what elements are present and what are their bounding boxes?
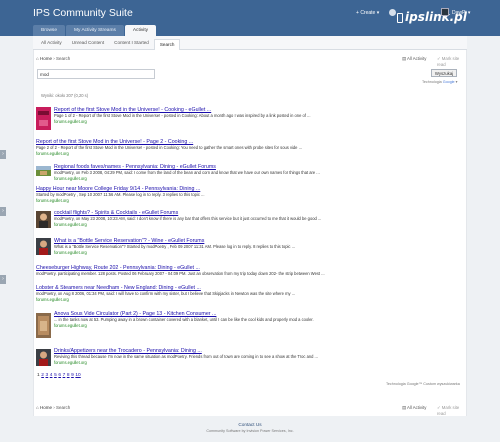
gcse-brand: Google: [442, 80, 455, 84]
pagination: 1 2 3 4 5 6 7 8 9 10: [37, 373, 82, 378]
side-arrow-1[interactable]: ›: [0, 150, 6, 159]
all-activity-link-bottom[interactable]: ▤ All Activity: [402, 405, 426, 411]
result-thumb-3: [36, 166, 51, 176]
result-item-2: Report of the first Stove Mod in the Uni…: [36, 139, 462, 157]
breadcrumb-bottom-home[interactable]: ⌂ Home: [36, 405, 52, 410]
watermark-phone-icon: [397, 13, 403, 23]
user-menu[interactable]: DawPi ▾: [452, 10, 470, 16]
username: DawPi: [452, 10, 467, 16]
result-item-9: Anova Sous Vide Circulator (Part 2) - Pa…: [54, 311, 454, 329]
side-arrow-3[interactable]: ›: [0, 275, 6, 284]
gcse-prefix: Technologia: [422, 80, 443, 84]
powered-by-text: Community Software by Invision Power Ser…: [206, 429, 294, 433]
subnav-unread-content[interactable]: Unread Content: [67, 40, 109, 45]
result-url-9: forums.egullet.org: [54, 322, 87, 328]
page-5[interactable]: 5: [54, 373, 57, 378]
results-count: Wyniki: około 207 (0,20 s): [41, 93, 89, 98]
tab-browse[interactable]: Browse: [33, 25, 65, 36]
breadcrumb-current: Search: [55, 56, 71, 61]
breadcrumb: ⌂ Home › Search: [36, 56, 71, 61]
mark-site-read-link[interactable]: ✓ Mark site read: [437, 56, 466, 67]
result-item-7: Cheeseburger Highway, Route 202 - Pennsy…: [36, 265, 462, 277]
result-item-4: Happy Hour near Moore College Friday 9/1…: [36, 186, 462, 204]
result-snippet-7: modPoetry. participating member. 128 pos…: [36, 271, 325, 276]
search-button[interactable]: Wyszukaj: [431, 69, 457, 77]
result-url-2: forums.egullet.org: [36, 150, 69, 156]
page: { "header": { "title": "IPS Community Su…: [0, 0, 500, 442]
result-item-5: cocktail flights? - Spirits & Cocktails …: [54, 210, 454, 228]
tab-activity[interactable]: Activity: [124, 25, 157, 36]
result-thumb-6: [36, 238, 51, 255]
mark-site-read-link-bottom[interactable]: ✓ Mark site read: [437, 405, 466, 416]
result-url-5: forums.egullet.org: [54, 221, 87, 227]
create-label: Create: [360, 10, 376, 16]
result-url-1: forums.egullet.org: [54, 118, 87, 124]
breadcrumb-home[interactable]: ⌂ Home: [36, 56, 52, 61]
mark-read-label-bottom: Mark site read: [437, 405, 460, 416]
google-tag: Technologia Google ▾: [422, 80, 458, 84]
result-url-8: forums.egullet.org: [36, 296, 69, 302]
page-1: 1: [37, 373, 40, 378]
notifications-icon[interactable]: [389, 9, 396, 16]
all-activity-label: All Activity: [407, 56, 427, 61]
result-url-3: forums.egullet.org: [54, 175, 87, 181]
side-arrow-2[interactable]: ›: [0, 207, 6, 216]
result-thumb-9: [36, 313, 51, 338]
site-title[interactable]: IPS Community Suite: [33, 7, 133, 19]
result-item-6: What is a "Bottle Service Reservation"? …: [54, 238, 454, 256]
sub-navigation: All Activity Unread Content Content I St…: [33, 36, 467, 50]
create-menu[interactable]: + Create ▾: [356, 10, 379, 16]
page-7[interactable]: 7: [63, 373, 66, 378]
breadcrumb-bottom: ⌂ Home › Search: [36, 405, 71, 410]
breadcrumb-home-label: Home: [39, 56, 52, 61]
subnav-all-activity[interactable]: All Activity: [36, 40, 67, 45]
page-2[interactable]: 2: [41, 373, 44, 378]
page-9[interactable]: 9: [71, 373, 74, 378]
result-url-4: forums.egullet.org: [36, 197, 69, 203]
breadcrumb-bottom-current: Search: [55, 405, 71, 410]
page-4[interactable]: 4: [50, 373, 53, 378]
all-activity-link[interactable]: ▤ All Activity: [402, 56, 426, 62]
result-thumb-1: [36, 107, 51, 130]
result-url-10: forums.egullet.org: [54, 359, 87, 365]
page-10[interactable]: 10: [75, 373, 80, 378]
breadcrumb-bottom-home-label: Home: [39, 405, 52, 410]
page-8[interactable]: 8: [67, 373, 70, 378]
site-footer: Contact Us Community Software by Invisio…: [0, 416, 500, 442]
avatar[interactable]: [441, 8, 449, 16]
subnav-search[interactable]: Search: [153, 38, 181, 50]
result-item-1: Report of the first Stove Mod in the Uni…: [54, 107, 454, 125]
contact-us-link[interactable]: Contact Us: [0, 422, 500, 427]
google-custom-search-tag: Technologia Google™ Custom wyszukiwarka: [386, 382, 460, 386]
mark-read-label: Mark site read: [437, 56, 460, 67]
result-item-8: Lobster & Steamers near Needham - New En…: [36, 285, 462, 303]
subnav-content-i-started[interactable]: Content I Started: [109, 40, 154, 45]
page-6[interactable]: 6: [58, 373, 61, 378]
result-thumb-5: [36, 211, 51, 228]
result-item-3: Regional foods faves/names - Pennsylvani…: [54, 164, 454, 182]
tab-my-activity-streams[interactable]: My Activity Streams: [66, 25, 124, 36]
result-url-6: forums.egullet.org: [54, 249, 87, 255]
search-input[interactable]: mod: [37, 69, 155, 79]
result-item-10: Drinks/Appetizers near the Trocadero - P…: [54, 348, 454, 366]
result-thumb-10: [36, 349, 51, 366]
all-activity-label-bottom: All Activity: [407, 405, 427, 410]
main-tabs: Browse My Activity Streams Activity: [33, 25, 157, 36]
main-content: ⌂ Home › Search ▤ All Activity ✓ Mark si…: [33, 50, 467, 416]
page-3[interactable]: 3: [46, 373, 49, 378]
